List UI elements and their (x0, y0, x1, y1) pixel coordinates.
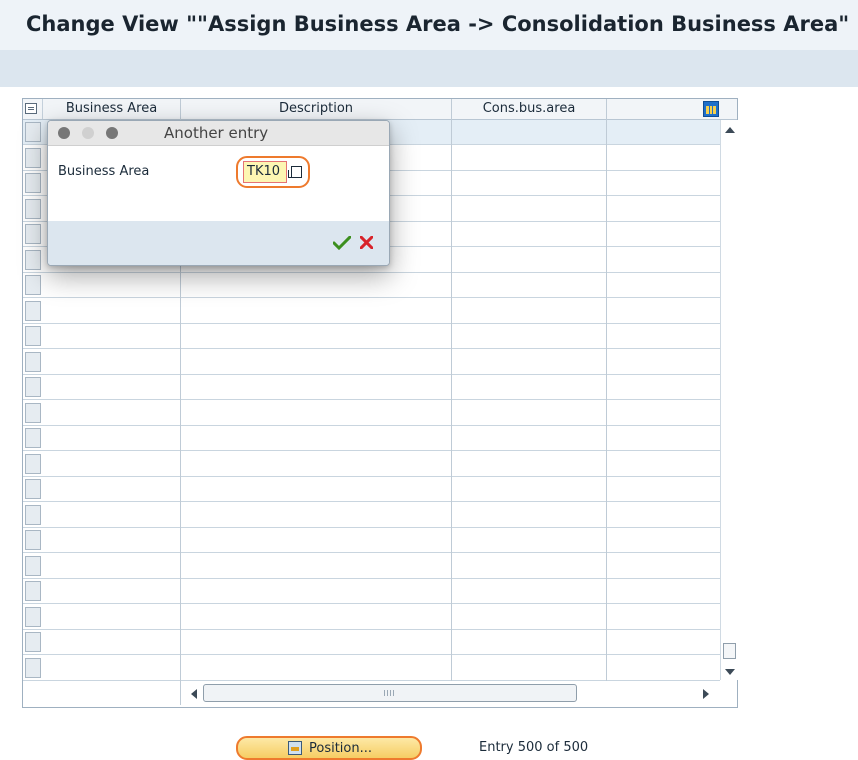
row-selector[interactable] (25, 275, 41, 295)
dialog-title: Another entry (164, 124, 269, 142)
row-selector[interactable] (25, 504, 41, 525)
table-header: Business Area Description Cons.bus.area … (23, 99, 737, 120)
horizontal-scrollbar[interactable] (183, 683, 720, 705)
close-window-icon[interactable] (58, 127, 70, 139)
vertical-scroll-thumb[interactable] (723, 643, 736, 659)
table-row[interactable] (23, 299, 720, 324)
select-all-icon[interactable] (25, 103, 37, 114)
business-area-label: Business Area (58, 164, 150, 179)
scroll-up-icon[interactable] (725, 127, 735, 133)
row-selector[interactable] (25, 453, 41, 474)
position-button-label: Position... (309, 741, 373, 756)
table-row[interactable] (23, 554, 720, 579)
scroll-left-icon[interactable] (191, 689, 197, 699)
row-selector[interactable] (25, 173, 41, 193)
row-selector[interactable] (25, 479, 41, 499)
table-row[interactable] (23, 503, 720, 528)
table-row[interactable] (23, 579, 720, 604)
row-selector[interactable] (25, 300, 41, 321)
row-selector[interactable] (25, 632, 41, 652)
row-selector[interactable] (25, 402, 41, 423)
position-button[interactable]: Position... (236, 736, 422, 760)
horizontal-scroll-thumb[interactable] (203, 684, 577, 702)
row-selector[interactable] (25, 351, 41, 372)
table-row[interactable] (23, 426, 720, 451)
table-row[interactable] (23, 528, 720, 553)
table-row[interactable] (23, 452, 720, 477)
table-row[interactable] (23, 630, 720, 655)
scroll-down-icon[interactable] (725, 669, 735, 675)
entry-count: Entry 500 of 500 (479, 740, 589, 755)
table-row[interactable] (23, 375, 720, 400)
table-row[interactable] (23, 350, 720, 375)
cancel-x-icon[interactable] (360, 236, 373, 249)
row-selector[interactable] (25, 377, 41, 397)
table-row[interactable] (23, 605, 720, 630)
row-selector[interactable] (25, 530, 41, 550)
column-header-cons-bus-area[interactable]: Cons.bus.area (452, 99, 607, 119)
application-toolbar (0, 50, 858, 87)
table-row[interactable] (23, 477, 720, 502)
grip-icon (384, 690, 394, 696)
page-title: Change View ""Assign Business Area -> Co… (26, 12, 850, 36)
dialog-footer (48, 221, 389, 265)
row-selector[interactable] (25, 657, 41, 678)
select-all-cell[interactable] (23, 99, 43, 119)
row-selector[interactable] (25, 606, 41, 627)
row-selector[interactable] (25, 428, 41, 448)
zoom-window-icon[interactable] (106, 127, 118, 139)
column-divider (606, 99, 607, 681)
row-selector[interactable] (25, 249, 41, 270)
another-entry-dialog: Another entry Business Area TK10 (47, 120, 390, 266)
row-selector[interactable] (25, 147, 41, 168)
business-area-input[interactable]: TK10 (243, 161, 287, 183)
row-selector[interactable] (25, 581, 41, 601)
title-bar: Change View ""Assign Business Area -> Co… (0, 0, 858, 50)
row-selector[interactable] (25, 555, 41, 576)
row-selector[interactable] (25, 198, 41, 219)
f4-help-icon[interactable] (288, 166, 302, 178)
dialog-titlebar[interactable]: Another entry (48, 121, 389, 146)
row-selector[interactable] (25, 326, 41, 346)
row-selector[interactable] (25, 122, 41, 142)
table-row[interactable] (23, 324, 720, 349)
table-row[interactable] (23, 401, 720, 426)
minimize-window-icon[interactable] (82, 127, 94, 139)
table-row[interactable] (23, 273, 720, 298)
position-icon (288, 741, 302, 755)
confirm-check-icon[interactable] (333, 236, 351, 250)
row-selector[interactable] (25, 224, 41, 244)
table-row[interactable] (23, 656, 720, 681)
column-header-description[interactable]: Description (181, 99, 452, 119)
vertical-scrollbar[interactable] (720, 120, 738, 680)
scroll-right-icon[interactable] (703, 689, 709, 699)
column-divider (451, 99, 452, 681)
column-settings-icon[interactable] (703, 101, 719, 117)
column-header-business-area[interactable]: Business Area (43, 99, 181, 119)
